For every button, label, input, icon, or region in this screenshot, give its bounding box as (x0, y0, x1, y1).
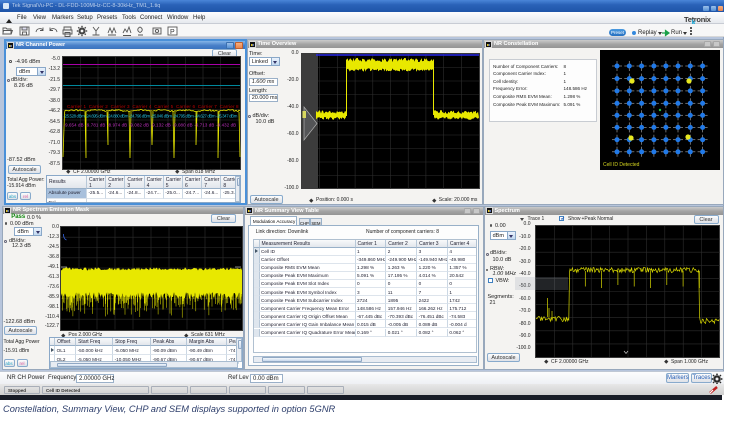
svg-text:-9.082 dB: -9.082 dB (129, 123, 149, 128)
svg-text:-24.695 dBm: -24.695 dBm (85, 114, 107, 119)
svg-text:-9.080 dB: -9.080 dB (173, 123, 193, 128)
svg-text:-24.796 dBm: -24.796 dBm (129, 114, 151, 119)
svg-text:-25.528 dBm: -25.528 dBm (64, 114, 86, 119)
svg-text:Carrier 8: Carrier 8 (220, 104, 239, 109)
svg-text:-24.627 dBm: -24.627 dBm (194, 114, 216, 119)
svg-text:Cell ID Detected: Cell ID Detected (603, 162, 640, 168)
svg-text:-9.713 dB: -9.713 dB (194, 123, 214, 128)
svg-text:-25.347 dBm: -25.347 dBm (216, 114, 238, 119)
svg-text:Carrier 6: Carrier 6 (176, 104, 195, 109)
svg-text:-9.432 dB: -9.432 dB (216, 123, 236, 128)
svg-text:Carrier 1: Carrier 1 (67, 104, 86, 109)
svg-text:-25.046 dBm: -25.046 dBm (151, 114, 173, 119)
svg-text:Carrier 2: Carrier 2 (89, 104, 108, 109)
svg-text:Carrier 7: Carrier 7 (198, 104, 217, 109)
svg-text:Carrier 3: Carrier 3 (111, 104, 130, 109)
svg-text:-9.781 dB: -9.781 dB (85, 123, 105, 128)
svg-text:Carrier 4: Carrier 4 (132, 104, 151, 109)
svg-text:-24.880 dBm: -24.880 dBm (107, 114, 129, 119)
svg-text:P: P (170, 29, 175, 36)
svg-text:Carrier 5: Carrier 5 (154, 104, 173, 109)
svg-text:-24.795 dBm: -24.795 dBm (173, 114, 195, 119)
svg-text:-9.132 dB: -9.132 dB (151, 123, 171, 128)
svg-text:-8.974 dB: -8.974 dB (107, 123, 127, 128)
svg-text:-9.654 dB: -9.654 dB (64, 123, 84, 128)
